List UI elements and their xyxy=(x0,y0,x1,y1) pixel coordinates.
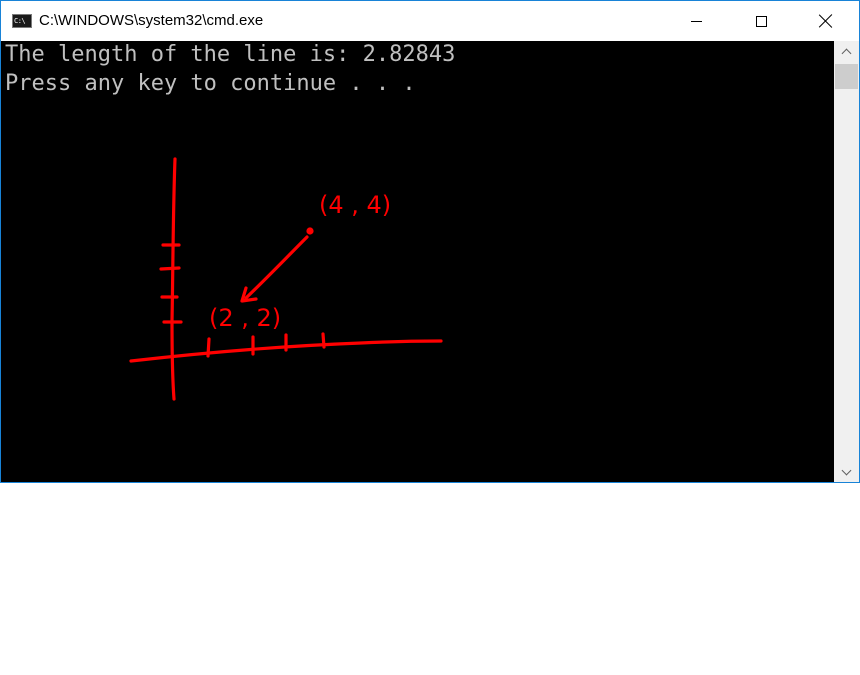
cmd-app-icon[interactable]: C:\ xyxy=(12,14,32,28)
point-b-label: (4 , 4) xyxy=(319,191,391,219)
maximize-icon xyxy=(755,15,767,27)
minimize-icon xyxy=(690,20,702,22)
point-b-dot xyxy=(306,227,314,235)
console-window: C:\ C:\WINDOWS\system32\cmd.exe The leng… xyxy=(0,0,860,483)
close-button[interactable] xyxy=(803,1,849,41)
handwritten-annotation: (4 , 4) (2 , 2) xyxy=(129,157,443,401)
vertical-scrollbar[interactable] xyxy=(834,41,859,482)
y-tick-2 xyxy=(159,266,181,271)
y-axis-stroke xyxy=(170,157,177,401)
minimize-button[interactable] xyxy=(673,1,719,41)
connecting-line xyxy=(244,235,309,300)
window-title: C:\WINDOWS\system32\cmd.exe xyxy=(39,12,264,29)
scroll-up-button[interactable] xyxy=(834,41,859,61)
scroll-down-button[interactable] xyxy=(834,462,859,482)
x-tick-1 xyxy=(206,337,211,358)
scroll-thumb[interactable] xyxy=(835,64,858,89)
maximize-button[interactable] xyxy=(738,1,784,41)
chevron-up-icon xyxy=(841,48,852,58)
x-tick-4 xyxy=(321,332,326,349)
close-icon xyxy=(819,14,833,28)
chevron-down-icon xyxy=(841,465,852,475)
console-output[interactable]: The length of the line is: 2.82843 Press… xyxy=(1,41,834,482)
title-bar[interactable]: C:\ C:\WINDOWS\system32\cmd.exe xyxy=(1,1,859,41)
point-a-label: (2 , 2) xyxy=(209,304,281,332)
